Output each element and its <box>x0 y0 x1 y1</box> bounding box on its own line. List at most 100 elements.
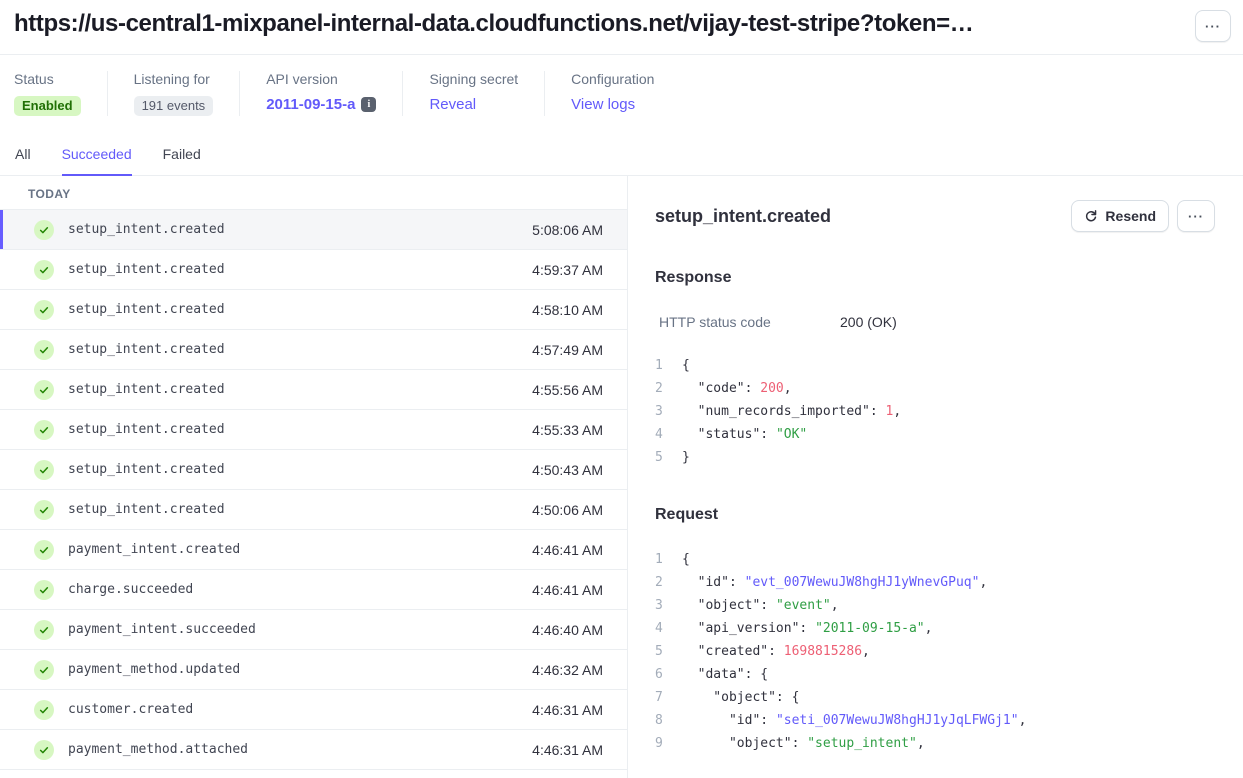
code-line: 6 "data": { <box>655 663 1215 686</box>
detail-header: setup_intent.created Resend ··· <box>655 200 1215 232</box>
event-name: charge.succeeded <box>68 582 193 597</box>
view-logs-link[interactable]: View logs <box>571 96 635 113</box>
resend-button-label: Resend <box>1105 208 1156 224</box>
tab-failed[interactable]: Failed <box>163 146 201 176</box>
http-status-value: 200 (OK) <box>840 314 897 330</box>
event-time: 4:46:41 AM <box>532 542 603 558</box>
status-badge: Enabled <box>14 96 81 116</box>
page-header: https://us-central1-mixpanel-internal-da… <box>0 0 1243 55</box>
reveal-link[interactable]: Reveal <box>429 96 476 113</box>
event-name: setup_intent.created <box>68 302 225 317</box>
event-list-item[interactable]: setup_intent.created 4:58:10 AM <box>0 290 627 330</box>
event-list-item[interactable]: setup_intent.created 4:50:43 AM <box>0 450 627 490</box>
code-line: 2 "code": 200, <box>655 377 1215 400</box>
line-number: 8 <box>655 709 682 732</box>
code-line: 1{ <box>655 354 1215 377</box>
signing-secret-label: Signing secret <box>429 71 518 87</box>
event-list-item[interactable]: charge.succeeded 4:46:41 AM <box>0 570 627 610</box>
event-list-item[interactable]: customer.created 4:46:31 AM <box>0 690 627 730</box>
event-list-item[interactable]: setup_intent.created 4:55:56 AM <box>0 370 627 410</box>
http-status-row: HTTP status code 200 (OK) <box>655 314 1215 330</box>
event-name: setup_intent.created <box>68 382 225 397</box>
summary-signing-secret: Signing secret Reveal <box>402 71 544 116</box>
configuration-label: Configuration <box>571 71 654 87</box>
line-number: 2 <box>655 377 682 400</box>
code-text: "id": "seti_007WewuJW8hgHJ1yJqLFWGj1", <box>682 709 1026 732</box>
success-check-icon <box>34 540 54 560</box>
response-heading: Response <box>655 269 1215 287</box>
event-list-item[interactable]: payment_intent.created 4:46:41 AM <box>0 530 627 570</box>
event-list-item[interactable]: setup_intent.created 5:08:06 AM <box>0 210 627 250</box>
line-number: 5 <box>655 446 682 469</box>
event-name: setup_intent.created <box>68 462 225 477</box>
success-check-icon <box>34 620 54 640</box>
detail-actions: Resend ··· <box>1071 200 1215 232</box>
event-time: 4:55:33 AM <box>532 422 603 438</box>
line-number: 1 <box>655 548 682 571</box>
listening-for-label: Listening for <box>134 71 214 87</box>
code-text: "num_records_imported": 1, <box>682 400 901 423</box>
code-line: 4 "api_version": "2011-09-15-a", <box>655 617 1215 640</box>
event-time: 4:46:40 AM <box>532 622 603 638</box>
header-overflow-button[interactable]: ··· <box>1195 10 1231 42</box>
success-check-icon <box>34 380 54 400</box>
event-time: 4:57:49 AM <box>532 342 603 358</box>
resend-button[interactable]: Resend <box>1071 200 1169 232</box>
line-number: 4 <box>655 423 682 446</box>
summary-listening-for: Listening for 191 events <box>107 71 240 116</box>
success-check-icon <box>34 260 54 280</box>
event-list-item[interactable]: payment_method.attached 4:46:31 AM <box>0 730 627 770</box>
resend-icon <box>1084 209 1098 223</box>
line-number: 4 <box>655 617 682 640</box>
line-number: 9 <box>655 732 682 755</box>
event-name: payment_intent.created <box>68 542 240 557</box>
code-text: "code": 200, <box>682 377 792 400</box>
event-list: TODAY setup_intent.created 5:08:06 AM se… <box>0 176 628 778</box>
code-line: 3 "object": "event", <box>655 594 1215 617</box>
event-detail-title: setup_intent.created <box>655 206 831 227</box>
event-time: 4:46:31 AM <box>532 702 603 718</box>
endpoint-url-title: https://us-central1-mixpanel-internal-da… <box>14 10 973 38</box>
event-list-item[interactable]: payment_method.updated 4:46:32 AM <box>0 650 627 690</box>
success-check-icon <box>34 500 54 520</box>
list-section-label: TODAY <box>0 176 627 209</box>
success-check-icon <box>34 300 54 320</box>
main-content: TODAY setup_intent.created 5:08:06 AM se… <box>0 176 1243 778</box>
event-list-item[interactable]: setup_intent.created 4:57:49 AM <box>0 330 627 370</box>
event-name: setup_intent.created <box>68 262 225 277</box>
event-time: 4:59:37 AM <box>532 262 603 278</box>
event-list-item[interactable]: setup_intent.created 4:50:06 AM <box>0 490 627 530</box>
event-detail-panel: setup_intent.created Resend ··· Re <box>628 176 1243 778</box>
request-heading: Request <box>655 506 1215 524</box>
summary-status: Status Enabled <box>14 71 107 116</box>
event-list-item[interactable]: setup_intent.created 4:59:37 AM <box>0 250 627 290</box>
tab-all[interactable]: All <box>15 146 31 176</box>
line-number: 3 <box>655 594 682 617</box>
code-text: "api_version": "2011-09-15-a", <box>682 617 932 640</box>
info-icon: i <box>361 97 376 112</box>
code-text: "object": "setup_intent", <box>682 732 925 755</box>
event-time: 4:46:41 AM <box>532 582 603 598</box>
events-count-badge[interactable]: 191 events <box>134 96 214 116</box>
webhook-endpoint-page: https://us-central1-mixpanel-internal-da… <box>0 0 1243 778</box>
event-name: payment_intent.succeeded <box>68 622 256 637</box>
code-line: 1{ <box>655 548 1215 571</box>
success-check-icon <box>34 420 54 440</box>
success-check-icon <box>34 660 54 680</box>
response-code-block: 1{2 "code": 200,3 "num_records_imported"… <box>655 354 1215 469</box>
event-list-item[interactable]: payment_intent.succeeded 4:46:40 AM <box>0 610 627 650</box>
code-text: "status": "OK" <box>682 423 807 446</box>
event-name: payment_method.attached <box>68 742 248 757</box>
api-version-link[interactable]: 2011-09-15-a <box>266 96 355 113</box>
status-label: Status <box>14 71 81 87</box>
event-list-item[interactable]: setup_intent.created 4:55:33 AM <box>0 410 627 450</box>
code-line: 8 "id": "seti_007WewuJW8hgHJ1yJqLFWGj1", <box>655 709 1215 732</box>
event-tabs: All Succeeded Failed <box>0 146 1243 176</box>
code-line: 5} <box>655 446 1215 469</box>
tab-succeeded[interactable]: Succeeded <box>62 146 132 176</box>
code-line: 3 "num_records_imported": 1, <box>655 400 1215 423</box>
line-number: 7 <box>655 686 682 709</box>
detail-overflow-button[interactable]: ··· <box>1177 200 1215 232</box>
success-check-icon <box>34 700 54 720</box>
event-time: 4:55:56 AM <box>532 382 603 398</box>
